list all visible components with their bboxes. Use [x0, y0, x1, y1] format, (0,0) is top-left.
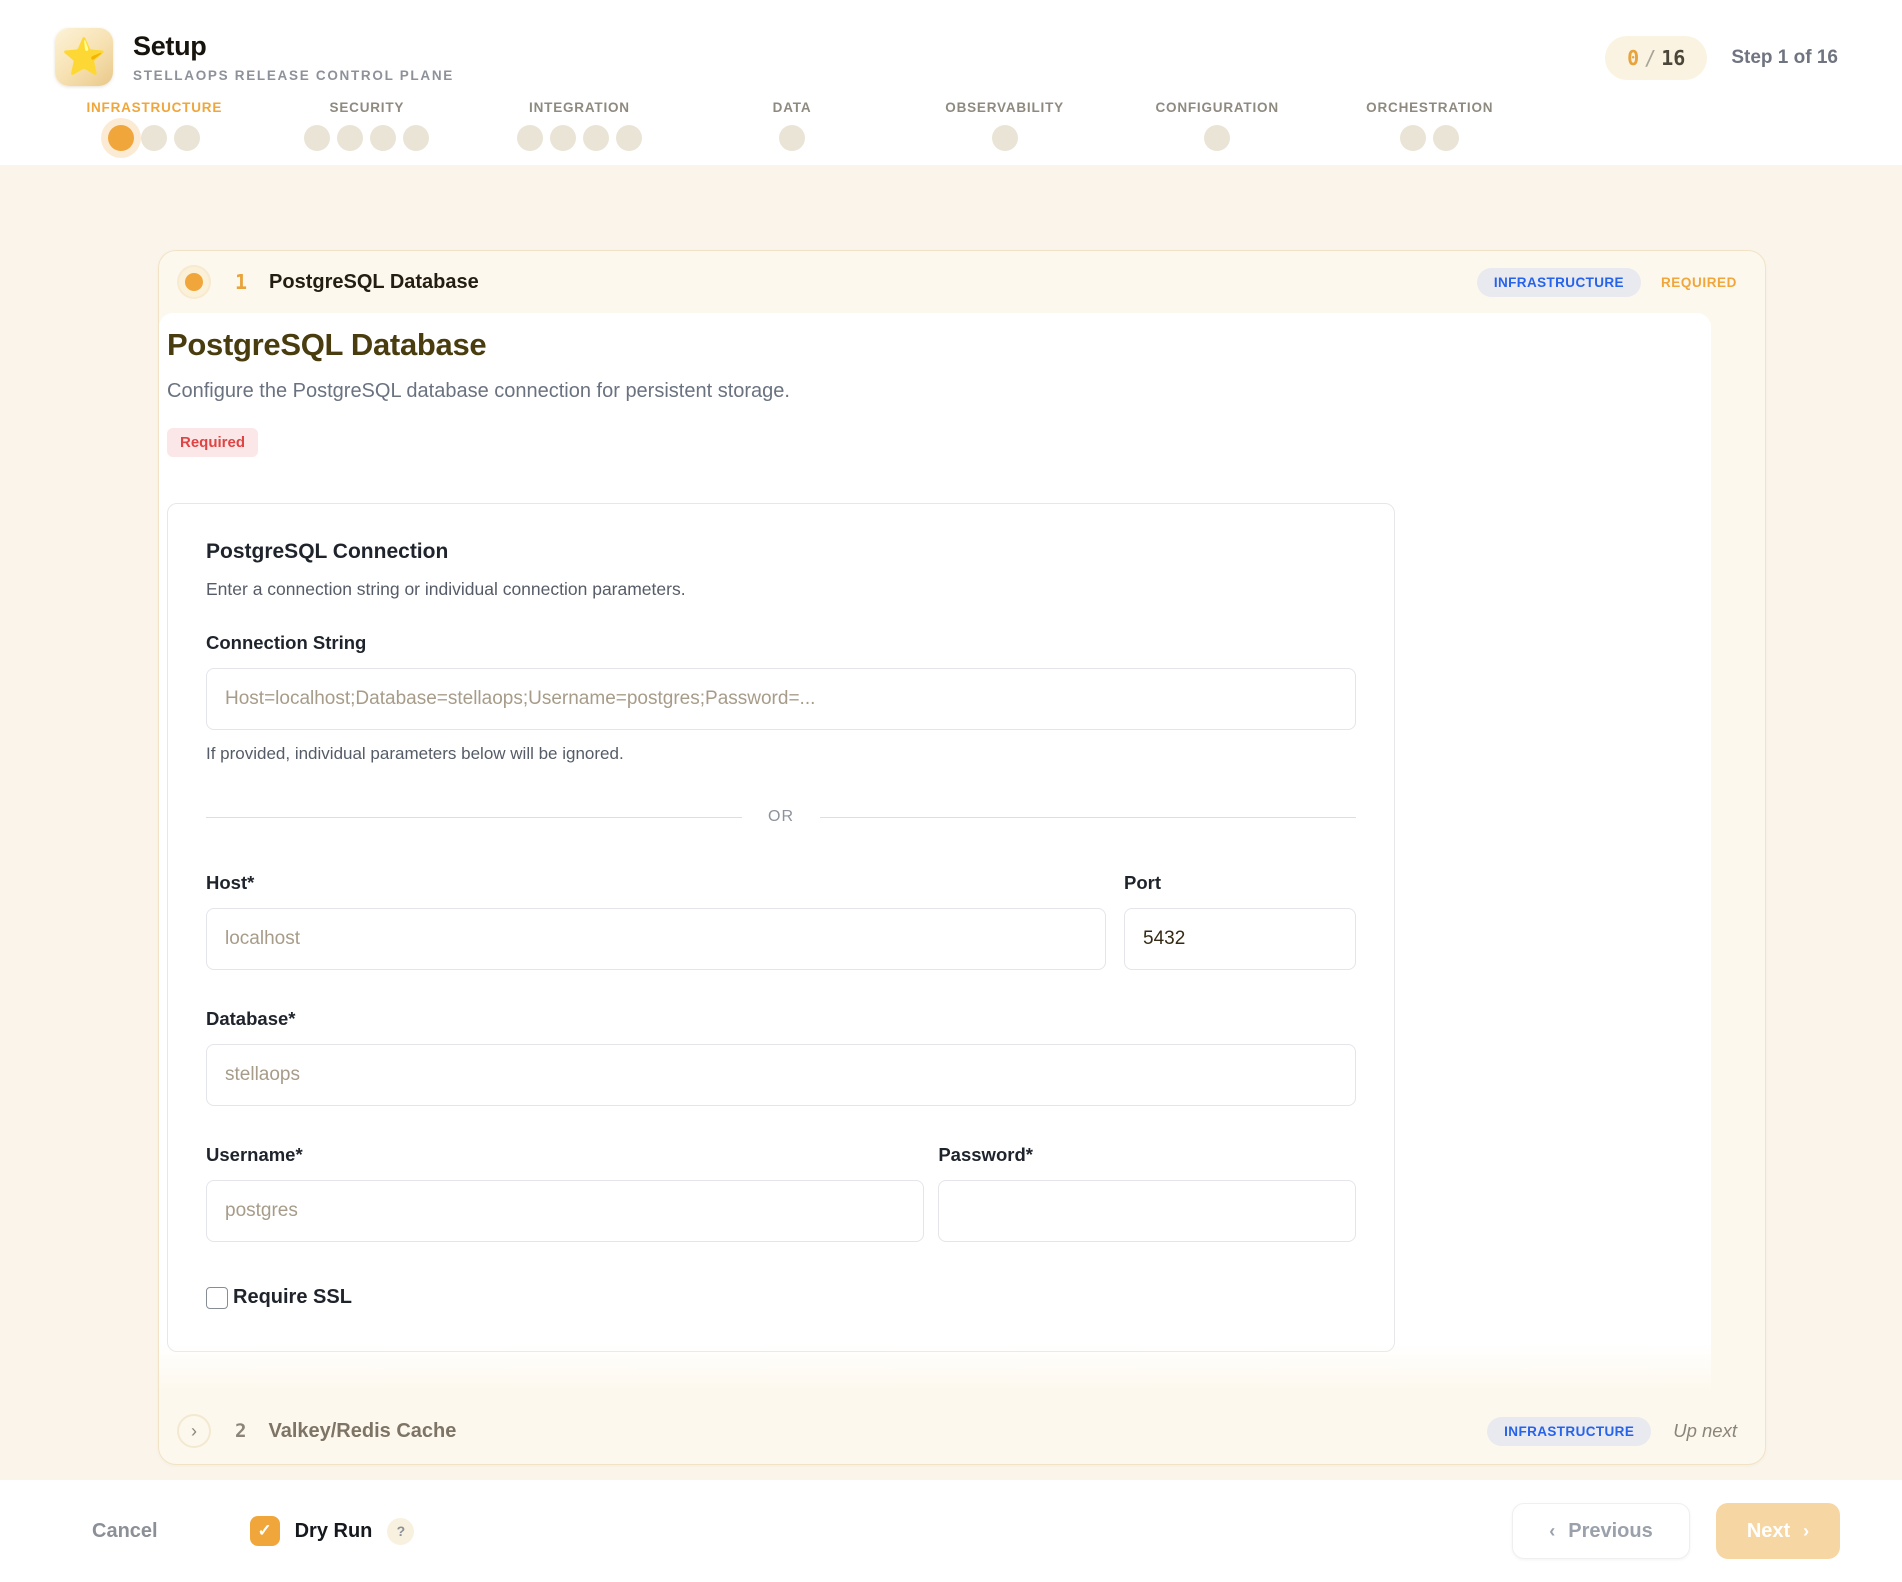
step-dot [1204, 125, 1230, 151]
category-tab-label: INTEGRATION [529, 100, 630, 115]
connection-string-input[interactable] [206, 668, 1356, 730]
connection-string-help: If provided, individual parameters below… [206, 744, 1356, 764]
host-label: Host* [206, 872, 1106, 894]
database-input[interactable] [206, 1044, 1356, 1106]
app-title: Setup [133, 31, 454, 62]
step-card-header[interactable]: 1 PostgreSQL Database INFRASTRUCTURE REQ… [159, 251, 1765, 313]
next-step-title: Valkey/Redis Cache [268, 1420, 456, 1443]
chevron-left-icon: ‹ [1549, 1522, 1555, 1540]
step-description: Configure the PostgreSQL database connec… [167, 380, 1711, 403]
form-title: PostgreSQL Connection [206, 540, 1356, 564]
connection-form-card: PostgreSQL Connection Enter a connection… [167, 503, 1395, 1352]
category-tab-label: SECURITY [330, 100, 405, 115]
connection-string-label: Connection String [206, 632, 1356, 654]
dry-run-checkbox[interactable]: ✓ [250, 1516, 280, 1546]
or-divider-label: OR [768, 808, 794, 826]
previous-button[interactable]: ‹ Previous [1512, 1503, 1690, 1559]
brand: ⭐ Setup STELLAOPS RELEASE CONTROL PLANE [55, 28, 454, 86]
active-step-radio-icon [177, 265, 211, 299]
port-label: Port [1124, 872, 1356, 894]
step-dot [550, 125, 576, 151]
dry-run-label: Dry Run [295, 1520, 373, 1543]
category-tab-label: INFRASTRUCTURE [86, 100, 222, 115]
page-title: PostgreSQL Database [167, 327, 1711, 363]
step-card-title: PostgreSQL Database [269, 271, 479, 294]
require-ssl-checkbox[interactable] [206, 1287, 228, 1309]
step-dot [141, 125, 167, 151]
cancel-button[interactable]: Cancel [92, 1520, 158, 1543]
category-tabs: INFRASTRUCTURE SECURITY INTEGRATION DATA OBS… [48, 100, 1536, 151]
progress-badge: 0/16 [1605, 36, 1707, 80]
expand-next-step-chevron-icon[interactable]: › [177, 1414, 211, 1448]
category-tab-orchestration[interactable]: ORCHESTRATION [1323, 100, 1536, 151]
dry-run-help-icon[interactable]: ? [387, 1518, 414, 1545]
category-tab-infrastructure[interactable]: INFRASTRUCTURE [48, 100, 261, 151]
category-tab-configuration[interactable]: CONFIGURATION [1111, 100, 1324, 151]
check-icon: ✓ [257, 1521, 271, 1541]
username-label: Username* [206, 1144, 924, 1166]
step-dot [583, 125, 609, 151]
step-body-panel: PostgreSQL Database Configure the Postgr… [159, 313, 1711, 1398]
step-dot [779, 125, 805, 151]
category-tab-observability[interactable]: OBSERVABILITY [898, 100, 1111, 151]
host-input[interactable] [206, 908, 1106, 970]
step-dot [1433, 125, 1459, 151]
password-label: Password* [938, 1144, 1356, 1166]
category-tab-label: ORCHESTRATION [1366, 100, 1493, 115]
step-dot [992, 125, 1018, 151]
step-dot-active [108, 125, 134, 151]
progress-total: 16 [1661, 46, 1685, 70]
or-divider: OR [206, 808, 1356, 826]
step-dot [1400, 125, 1426, 151]
step-dot [337, 125, 363, 151]
required-badge: REQUIRED [1661, 275, 1737, 290]
category-tab-label: OBSERVABILITY [945, 100, 1064, 115]
chevron-right-icon: › [1803, 1522, 1809, 1540]
step-indicator: Step 1 of 16 [1731, 47, 1838, 69]
wizard-footer: Cancel ✓ Dry Run ? ‹ Previous Next › [0, 1480, 1902, 1582]
next-step-number: 2 [235, 1420, 246, 1442]
step-dot [174, 125, 200, 151]
category-tab-data[interactable]: DATA [686, 100, 899, 151]
progress-separator: / [1644, 46, 1656, 70]
next-step-row[interactable]: › 2 Valkey/Redis Cache INFRASTRUCTURE Up… [159, 1398, 1765, 1464]
required-pill: Required [167, 428, 258, 457]
step-dot [304, 125, 330, 151]
next-step-status: Up next [1673, 1420, 1737, 1442]
app-header: ⭐ Setup STELLAOPS RELEASE CONTROL PLANE … [0, 0, 1902, 165]
database-label: Database* [206, 1008, 1356, 1030]
category-tab-label: DATA [773, 100, 812, 115]
category-tab-security[interactable]: SECURITY [261, 100, 474, 151]
username-input[interactable] [206, 1180, 924, 1242]
next-button[interactable]: Next › [1716, 1503, 1840, 1559]
step-dot [403, 125, 429, 151]
port-input[interactable] [1124, 908, 1356, 970]
step-card: 1 PostgreSQL Database INFRASTRUCTURE REQ… [158, 250, 1766, 1465]
step-dot [616, 125, 642, 151]
step-number: 1 [235, 270, 247, 294]
main-area: 1 PostgreSQL Database INFRASTRUCTURE REQ… [0, 165, 1902, 1480]
setup-wizard-page: ⭐ Setup STELLAOPS RELEASE CONTROL PLANE … [0, 0, 1902, 1582]
next-step-category-badge: INFRASTRUCTURE [1487, 1417, 1651, 1446]
category-tab-label: CONFIGURATION [1155, 100, 1278, 115]
require-ssl-label: Require SSL [233, 1286, 352, 1309]
progress-current: 0 [1627, 46, 1639, 70]
form-subtitle: Enter a connection string or individual … [206, 579, 1356, 600]
app-subtitle: STELLAOPS RELEASE CONTROL PLANE [133, 68, 454, 83]
category-tab-integration[interactable]: INTEGRATION [473, 100, 686, 151]
app-logo-icon: ⭐ [55, 28, 113, 86]
password-input[interactable] [938, 1180, 1356, 1242]
category-badge: INFRASTRUCTURE [1477, 268, 1641, 297]
step-dot [517, 125, 543, 151]
step-dot [370, 125, 396, 151]
